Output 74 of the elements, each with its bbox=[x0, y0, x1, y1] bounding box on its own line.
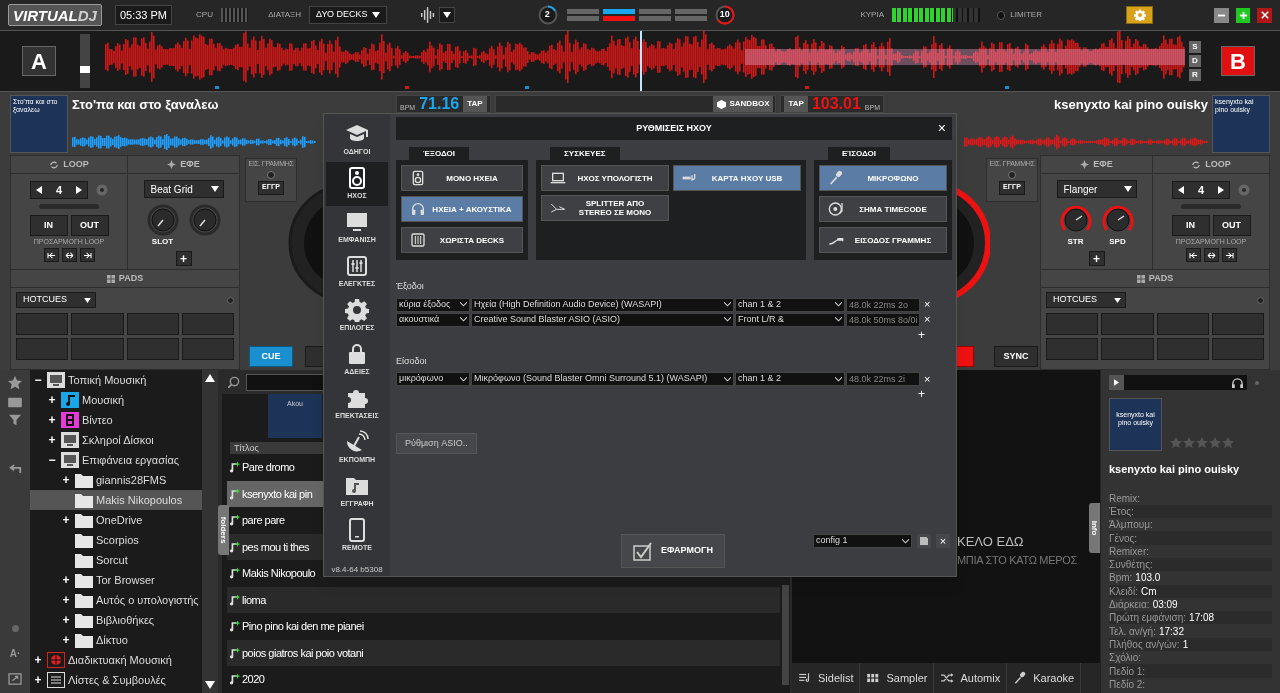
field-value: Cm bbox=[1140, 584, 1157, 599]
tree-label: Δίκτυο bbox=[96, 632, 128, 648]
field-label: Σχόλιο: bbox=[1109, 651, 1142, 666]
field-label: Κλειδί: bbox=[1109, 584, 1138, 599]
device-info: 48.0k 22ms 2i bbox=[846, 372, 920, 386]
field-label: Έτος: bbox=[1109, 504, 1134, 519]
counter-dial: 10 bbox=[714, 5, 735, 25]
cpu-label: CPU bbox=[196, 9, 213, 21]
section-label: Έξοδοι bbox=[396, 280, 425, 293]
loop-length: 4 bbox=[54, 182, 64, 198]
tree-label: Αυτός ο υπολογιστής bbox=[96, 592, 199, 608]
field-label: Τελ. αν/γή: bbox=[1109, 624, 1156, 639]
field-label: Remix: bbox=[1109, 491, 1141, 506]
field-value: 103.0 bbox=[1135, 571, 1161, 586]
tree-label: Λίστες & Συμβουλές bbox=[68, 672, 166, 688]
field-value: 03:09 bbox=[1152, 598, 1178, 612]
tree-label: Διαδικτυακή Μουσική bbox=[68, 652, 172, 668]
tree-label: OneDrive bbox=[96, 512, 143, 528]
counter-dial: 2 bbox=[537, 5, 557, 25]
field-label: Διάρκεια: bbox=[1109, 598, 1150, 612]
bpm-value: 103.01 bbox=[811, 96, 861, 112]
field-label: Άλμπουμ: bbox=[1109, 518, 1153, 533]
tree-label: Makis Nikopoulos bbox=[96, 492, 183, 508]
section-label: PADS bbox=[118, 271, 144, 285]
tree-label: Σκληροί Δίσκοι bbox=[82, 432, 154, 448]
tree-label: giannis28FMS bbox=[96, 472, 167, 488]
field-label: Bpm: bbox=[1109, 571, 1133, 586]
tree-label: Βιβλιοθήκες bbox=[96, 612, 155, 628]
field-label: Πεδίο 2: bbox=[1109, 677, 1146, 692]
field-value: 17:32 bbox=[1158, 624, 1184, 639]
tab-label: folders bbox=[218, 516, 230, 544]
field-label: Πλήθος αν/γών: bbox=[1109, 637, 1180, 652]
track-title: ksenyxto kai pino ouisky bbox=[1109, 462, 1241, 477]
tree-label: Sorcut bbox=[96, 552, 128, 568]
loop-length: 4 bbox=[1196, 182, 1206, 198]
section-label: ΕΦΕ bbox=[1093, 157, 1113, 171]
knob-label: SLOT bbox=[151, 236, 174, 248]
tab-label: info bbox=[1089, 520, 1101, 536]
drop-hint-text: ΜΠΙΑ ΣΤΟ ΚΑΤΩ ΜΕΡΟΣ bbox=[957, 552, 1078, 568]
section-label: PADS bbox=[1148, 271, 1174, 285]
deck-letter-badge: A bbox=[22, 46, 56, 76]
deck-letter-badge: B bbox=[1221, 46, 1255, 76]
drop-hint-title: ΚΕΛΟ ΕΔΩ bbox=[957, 533, 1024, 551]
master-label: ΚΥΡΙΑ bbox=[860, 9, 884, 21]
field-label: Remixer: bbox=[1109, 544, 1149, 559]
tree-label: Scorpios bbox=[96, 532, 139, 548]
knob-label: STR bbox=[1067, 236, 1084, 248]
tree-label: Βίντεο bbox=[82, 412, 113, 428]
section-label: LOOP bbox=[1205, 157, 1231, 171]
layout-label: ΔΙΑΤΑΞΗ bbox=[268, 9, 302, 21]
limiter-label: LIMITER bbox=[1010, 9, 1042, 21]
device-info: 48.0k 22ms 2o bbox=[846, 297, 920, 312]
device-info: 48.0k 50ms 8o/0i bbox=[846, 312, 920, 327]
knob-label: SPD bbox=[1109, 236, 1126, 248]
version-label: v8.4-64 b5308 bbox=[331, 564, 383, 576]
bpm-value: 71.16 bbox=[419, 96, 460, 112]
tree-label: Τοπική Μουσική bbox=[68, 372, 147, 388]
section-label: LOOP bbox=[63, 157, 89, 171]
tree-label: Μουσική bbox=[82, 392, 125, 408]
track-title: Στο'πα και στο ξαναλεω bbox=[72, 96, 220, 114]
clock: 05:33 PM bbox=[114, 5, 172, 25]
tree-label: Επιφάνεια εργασίας bbox=[82, 452, 180, 468]
field-value: 1 bbox=[1182, 637, 1189, 652]
section-label: ΕΦΕ bbox=[180, 157, 200, 171]
field-value: 17:08 bbox=[1189, 611, 1215, 626]
field-label: Πεδίο 1: bbox=[1109, 664, 1146, 679]
field-label: Γένος: bbox=[1109, 531, 1138, 546]
field-label: Πρώτη εμφάνιση: bbox=[1109, 611, 1187, 626]
track-title: ksenyxto kai pino ouisky bbox=[1053, 96, 1208, 114]
dialog-title: ΡΥΘΜΙΣΕΙΣ ΗΧΟΥ bbox=[636, 121, 712, 135]
section-label: Είσοδοι bbox=[396, 354, 428, 368]
field-label: Συνθέτης: bbox=[1109, 558, 1153, 573]
logo: VIRTUALDJ bbox=[8, 4, 102, 26]
tree-label: Tor Browser bbox=[96, 572, 155, 588]
